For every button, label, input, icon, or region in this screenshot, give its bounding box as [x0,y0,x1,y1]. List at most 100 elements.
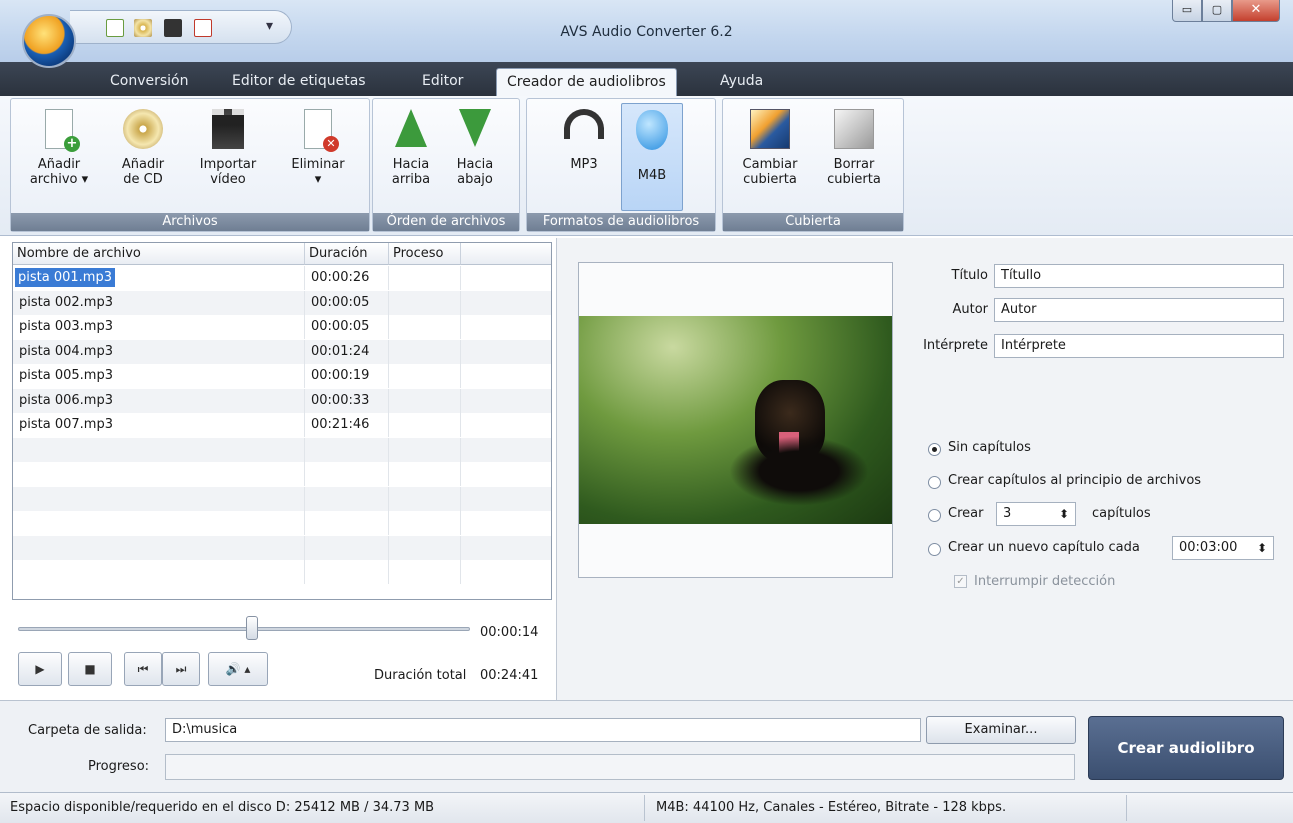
tab-conversion[interactable]: Conversión [100,68,199,96]
tab-help[interactable]: Ayuda [710,68,773,96]
move-up-label-1: Hacia [392,157,430,172]
add-file-icon: + [45,109,80,152]
spinner-arrows-icon[interactable]: ⬍ [1257,537,1267,559]
browse-button[interactable]: Examinar... [926,716,1076,744]
column-header-duration[interactable]: Duración [305,243,389,265]
row-duration-cell [305,560,389,584]
table-row[interactable]: pista 007.mp3 00:21:46 [13,413,551,437]
create-audiobook-button[interactable]: Crear audiolibro [1088,716,1284,780]
import-video-label-1: Importar [199,157,257,172]
minimize-button[interactable]: ▭ [1172,0,1202,22]
delete-file-icon: ✕ [304,109,339,152]
progress-bar [165,754,1075,780]
app-menu-button[interactable] [22,14,76,68]
maximize-button[interactable]: ▢ [1202,0,1232,22]
row-filename-cell [13,560,305,584]
move-down-button[interactable]: Hacia abajo [447,103,503,211]
row-progress-cell [389,437,461,462]
row-filename-cell [13,511,305,535]
interrupt-detection-checkbox[interactable]: ✓ [954,575,967,588]
close-button[interactable]: ✕ [1232,0,1280,22]
previous-button[interactable]: ⏮ [124,652,162,686]
next-button[interactable]: ⏭ [162,652,200,686]
film-clapper-icon [212,109,244,149]
row-filename-cell [13,486,305,511]
import-video-button[interactable]: Importar vídeo [193,103,263,211]
row-progress-cell [389,486,461,511]
tab-audiobook-creator[interactable]: Creador de audiolibros [496,68,677,96]
row-filename-cell [13,462,305,486]
row-progress-cell [389,413,461,437]
next-icon: ⏭ [175,662,187,676]
ribbon-group-order: Hacia arriba Hacia abajo Órden de archiv… [372,98,520,232]
tab-editor[interactable]: Editor [412,68,473,96]
row-duration: 00:00:26 [311,270,370,285]
ribbon-group-formats: MP3 M4B Formatos de audiolibros [526,98,716,232]
title-field[interactable]: Títullo [994,264,1284,288]
checkmark-icon: ✓ [956,576,965,587]
radio-chapter-interval[interactable] [928,543,941,556]
status-divider [1126,795,1127,821]
chapter-interval-spinner[interactable]: 00:03:00 ⬍ [1172,536,1274,560]
stop-icon: ■ [84,662,96,676]
author-field[interactable]: Autor [994,298,1284,322]
minimize-icon: ▭ [1181,3,1193,16]
chapter-count-value: 3 [1003,506,1012,521]
add-file-button[interactable]: + Añadir archivo ▾ [27,103,91,211]
format-mp3-button[interactable]: MP3 [555,103,613,211]
radio-chapter-count-label: Crear [948,506,984,521]
delete-button[interactable]: ✕ Eliminar ▾ [283,103,353,211]
performer-field[interactable]: Intérprete [994,334,1284,358]
format-m4b-label: M4B [637,168,667,183]
radio-chapter-count[interactable] [928,509,941,522]
chapter-count-spinner[interactable]: 3 ⬍ [996,502,1076,526]
add-cd-button[interactable]: Añadir de CD [115,103,171,211]
headphones-icon [564,109,604,139]
status-divider [644,795,645,821]
row-progress-cell [389,560,461,584]
row-filename-cell [13,535,305,560]
chapter-count-suffix: capítulos [1092,506,1151,521]
table-row[interactable]: pista 001.mp3 00:00:26 [13,266,551,290]
progress-label: Progreso: [88,759,150,774]
previous-icon: ⏮ [137,662,149,676]
column-header-filename[interactable]: Nombre de archivo [13,243,305,265]
delete-label: Eliminar [291,157,345,172]
change-cover-button[interactable]: Cambiar cubierta [733,103,807,211]
spinner-arrows-icon[interactable]: ⬍ [1059,503,1069,525]
format-m4b-button[interactable]: M4B [621,103,683,211]
row-filename-cell: pista 002.mp3 [13,290,305,315]
table-row[interactable]: pista 005.mp3 00:00:19 [13,364,551,388]
seek-slider[interactable] [18,627,470,631]
radio-no-chapters[interactable] [928,443,941,456]
stop-button[interactable]: ■ [68,652,112,686]
current-position: 00:00:14 [480,625,539,640]
output-folder-field[interactable]: D:\musica [165,718,921,742]
table-row [13,486,551,511]
row-filename-cell: pista 007.mp3 [13,413,305,437]
column-header-progress[interactable]: Proceso [389,243,461,265]
table-row[interactable]: pista 002.mp3 00:00:05 [13,290,551,315]
remove-cover-button[interactable]: Borrar cubierta [817,103,891,211]
file-list[interactable]: Nombre de archivo Duración Proceso pista… [12,242,552,600]
move-up-button[interactable]: Hacia arriba [383,103,439,211]
table-row[interactable]: pista 004.mp3 00:01:24 [13,339,551,364]
radio-no-chapters-label: Sin capítulos [948,440,1031,455]
radio-chapters-per-file[interactable] [928,476,941,489]
tab-tag-editor[interactable]: Editor de etiquetas [222,68,376,96]
table-row[interactable]: pista 006.mp3 00:00:33 [13,388,551,413]
row-duration: 00:00:05 [311,319,370,334]
row-duration-cell [305,437,389,462]
row-duration-cell: 00:00:26 [305,266,389,290]
performer-label: Intérprete [923,338,988,353]
ribbon-group-cover: Cambiar cubierta Borrar cubierta Cubiert… [722,98,904,232]
row-duration-cell [305,511,389,535]
seek-thumb[interactable] [246,616,258,640]
status-format-info: M4B: 44100 Hz, Canales - Estéreo, Bitrat… [656,800,1007,815]
table-row [13,437,551,462]
play-button[interactable]: ▶ [18,652,62,686]
row-duration-cell: 00:00:05 [305,290,389,315]
volume-button[interactable]: 🔊 ▴ [208,652,268,686]
table-row[interactable]: pista 003.mp3 00:00:05 [13,315,551,339]
row-progress-cell [389,364,461,388]
